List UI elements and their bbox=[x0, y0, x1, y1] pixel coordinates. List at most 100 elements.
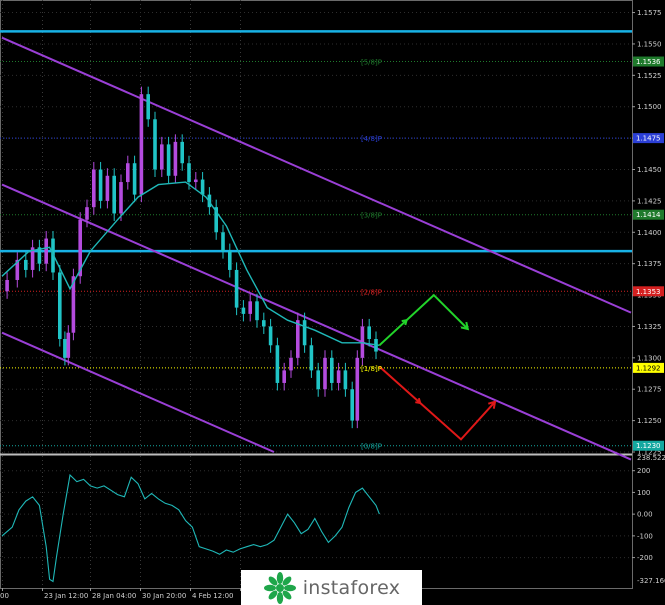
candle-body bbox=[228, 251, 232, 270]
chart-svg: [5/8]P [4/8]P [3/8]P [2/8]P [1/8]P [0/8]P 1.1… bbox=[0, 0, 665, 600]
price-levels bbox=[0, 30, 632, 447]
murray-labels: [5/8]P [4/8]P [3/8]P [2/8]P [1/8]P [0/8]P bbox=[361, 59, 382, 451]
osc-tick-label: 200 bbox=[637, 467, 650, 475]
murray-level-label: [4/8]P bbox=[361, 135, 382, 143]
price-tick-label: 1.1500 bbox=[637, 103, 662, 111]
price-tick-label: 1.1575 bbox=[637, 9, 662, 17]
osc-tick-label: -100 bbox=[637, 532, 653, 540]
candle-body bbox=[126, 163, 130, 183]
price-tick-label: 1.1275 bbox=[637, 386, 662, 394]
candle-body bbox=[112, 175, 116, 214]
osc-tick-label: 0.00 bbox=[637, 511, 653, 519]
candle-body bbox=[262, 320, 266, 327]
candle-body bbox=[200, 179, 205, 195]
time-tick-label: 4 Feb 12:00 bbox=[192, 592, 233, 600]
time-tick-label: 23 Jan 12:00 bbox=[44, 592, 88, 600]
candle-body bbox=[132, 163, 137, 195]
candle-body bbox=[194, 179, 198, 183]
candle-body bbox=[139, 94, 144, 195]
time-tick-label: 30 Jan 20:00 bbox=[142, 592, 186, 600]
candle-body bbox=[282, 370, 286, 383]
candle-body bbox=[336, 370, 341, 383]
murray-level-label: [3/8]P bbox=[361, 212, 382, 220]
candle-body bbox=[268, 326, 273, 346]
price-tag-label: 1.1536 bbox=[636, 58, 661, 66]
candle-body bbox=[66, 332, 71, 358]
candle-body bbox=[296, 320, 300, 358]
price-channels bbox=[1, 36, 632, 461]
time-tick-label: 00 bbox=[0, 592, 9, 600]
price-tag-label: 1.1414 bbox=[636, 211, 661, 219]
price-axis: 1.1575 1.1550 1.1525 1.1500 1.1475 1.1450 1.14… bbox=[632, 9, 664, 457]
candle-body bbox=[63, 339, 67, 358]
logo-text: instaforex bbox=[302, 576, 401, 599]
forecast-up-arrow bbox=[378, 293, 469, 347]
channel-line bbox=[1, 36, 632, 314]
candle-body bbox=[330, 357, 334, 383]
candle-body bbox=[5, 279, 9, 292]
candle-body bbox=[146, 94, 150, 120]
price-tick-label: 1.1300 bbox=[637, 354, 662, 362]
candle-body bbox=[180, 141, 184, 164]
candle-body bbox=[221, 232, 225, 252]
price-tick-label: 1.1400 bbox=[637, 229, 662, 237]
instaforex-flower-icon bbox=[263, 571, 296, 604]
price-tag-label: 1.1230 bbox=[636, 442, 661, 450]
osc-tick-label: -200 bbox=[637, 554, 653, 562]
price-tag-label: 1.1475 bbox=[636, 135, 661, 143]
channel-line bbox=[1, 183, 632, 461]
candle-body bbox=[92, 169, 96, 208]
price-tick-label: 1.1525 bbox=[637, 72, 662, 80]
candle-body bbox=[44, 238, 48, 264]
forecast-arrows bbox=[378, 293, 497, 441]
price-tick-label: 1.1325 bbox=[637, 323, 662, 331]
candle-body bbox=[343, 370, 348, 390]
candle-body bbox=[105, 175, 110, 201]
candle-body bbox=[160, 144, 164, 170]
candle-body bbox=[153, 119, 157, 170]
price-grid bbox=[0, 0, 633, 589]
candle-body bbox=[248, 301, 252, 314]
price-tick-label: 1.1425 bbox=[637, 197, 662, 205]
price-tag-label: 1.1292 bbox=[636, 364, 661, 372]
candle-body bbox=[98, 169, 103, 201]
oscillator-panel: 200 100 0.00 -100 -200 238.5227 -327.1667 bbox=[0, 454, 665, 585]
candle-body bbox=[187, 163, 191, 183]
price-tick-label: 1.1550 bbox=[637, 40, 662, 48]
candle-body bbox=[255, 301, 259, 321]
osc-tick-label: 100 bbox=[637, 489, 650, 497]
candle-body bbox=[166, 144, 171, 176]
candle-body bbox=[302, 320, 307, 346]
candle-body bbox=[173, 141, 178, 176]
candle-body bbox=[316, 370, 320, 390]
murray-level-label: [1/8]P bbox=[361, 365, 382, 373]
candle-body bbox=[323, 357, 327, 390]
murray-level-label: [2/8]P bbox=[361, 288, 382, 296]
candle-body bbox=[350, 389, 354, 421]
time-axis: 00 23 Jan 12:00 28 Jan 04:00 30 Jan 20:00 4 … bbox=[0, 588, 262, 600]
candle-body bbox=[367, 326, 371, 339]
candle-body bbox=[85, 207, 89, 220]
candle-body bbox=[309, 345, 314, 371]
candle-body bbox=[119, 182, 123, 214]
candle-body bbox=[24, 259, 28, 270]
murray-level-label: [5/8]P bbox=[361, 59, 382, 67]
price-tick-label: 1.1250 bbox=[637, 417, 662, 425]
price-tick-label: 1.1375 bbox=[637, 260, 662, 268]
candle-body bbox=[234, 269, 239, 308]
candle-body bbox=[275, 345, 280, 383]
price-tick-label: 1.1450 bbox=[637, 166, 662, 174]
osc-min-label: -327.1667 bbox=[637, 577, 665, 585]
forecast-down-arrow bbox=[378, 365, 496, 441]
time-tick-label: 28 Jan 04:00 bbox=[92, 592, 136, 600]
chart-stage: [5/8]P [4/8]P [3/8]P [2/8]P [1/8]P [0/8]P 1.1… bbox=[0, 0, 665, 605]
candle-body bbox=[58, 272, 62, 339]
instaforex-logo: instaforex bbox=[241, 570, 422, 605]
murray-level-label: [0/8]P bbox=[361, 443, 382, 451]
candle-body bbox=[289, 357, 293, 371]
osc-max-label: 238.5227 bbox=[637, 454, 665, 462]
chart-frame bbox=[0, 0, 633, 589]
price-tag-label: 1.1353 bbox=[636, 288, 661, 296]
candle-body bbox=[241, 307, 246, 314]
candle-body bbox=[355, 357, 360, 421]
